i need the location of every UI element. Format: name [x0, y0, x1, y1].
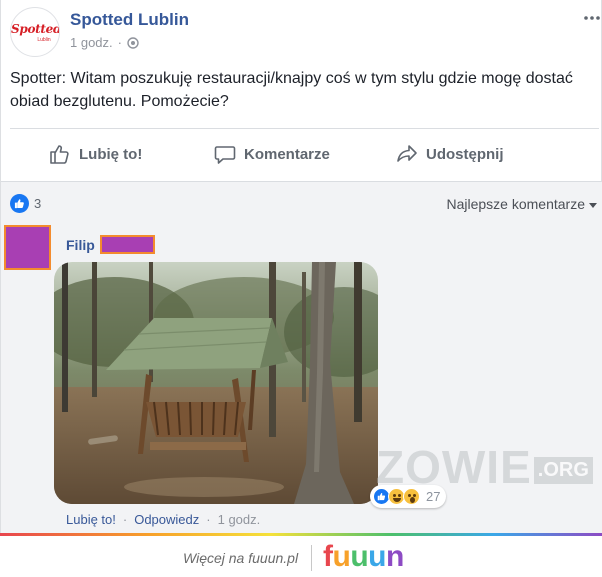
logo-letter: u: [368, 540, 386, 573]
comments-section: 3 Najlepsze komentarze Filip 27 Lubię to…: [1, 181, 602, 533]
share-button-label: Udostępnij: [426, 145, 504, 163]
logo-letter: u: [332, 540, 351, 573]
post-reaction-summary[interactable]: 3: [10, 194, 41, 213]
footer-separator: [311, 545, 312, 571]
page-avatar[interactable]: Spotted Lublin: [10, 7, 60, 57]
footer-banner: Więcej na fuuun.pl fuuun: [0, 536, 602, 577]
comment-actions: Lubię to! · Odpowiedz · 1 godz.: [66, 512, 260, 527]
fuuun-logo[interactable]: fuuun: [323, 539, 404, 575]
watermark-suffix: .ORG: [533, 457, 593, 484]
like-button-label: Lubię to!: [79, 145, 143, 163]
comment-separator: ·: [122, 512, 128, 527]
comment-timestamp[interactable]: 1 godz.: [218, 512, 261, 527]
share-arrow-icon: [397, 145, 417, 162]
post-meta: 1 godz. ·: [70, 35, 139, 50]
globe-icon: [127, 36, 139, 49]
logo-letter: f: [323, 540, 333, 573]
watermark-text: ZOWIE: [376, 441, 532, 493]
spotted-logo-text: Spotted: [11, 22, 60, 36]
comment-bubble-icon: [214, 146, 236, 164]
comment-separator: ·: [206, 512, 211, 527]
sort-label: Najlepsze komentarze: [446, 196, 585, 212]
page-name-link[interactable]: Spotted Lublin: [70, 10, 189, 30]
like-reaction-icon: [10, 194, 29, 213]
comment-reply-link[interactable]: Odpowiedz: [134, 512, 199, 527]
comment-button-label: Komentarze: [244, 145, 330, 163]
divider: [10, 128, 599, 129]
comment-sort-dropdown[interactable]: Najlepsze komentarze: [446, 196, 597, 212]
post-body-text: Spotter: Witam poszukuję restauracji/kna…: [10, 70, 573, 110]
footer-more-link[interactable]: Więcej na fuuun.pl: [183, 550, 298, 566]
share-button[interactable]: Udostępnij: [396, 140, 504, 168]
comment-button[interactable]: Komentarze: [214, 140, 330, 168]
zowie-watermark: ZOWIE .ORG: [376, 444, 593, 490]
reaction-count: 3: [34, 196, 42, 211]
comment-like-link[interactable]: Lubię to!: [66, 512, 116, 527]
comment-photo[interactable]: [54, 262, 378, 504]
comment-author-name: Filip: [66, 236, 95, 253]
thumbs-up-icon: [50, 145, 69, 164]
comment-author[interactable]: Filip: [66, 235, 155, 254]
spotted-logo-subtext: Lublin: [37, 37, 51, 43]
facebook-post: Spotted Lublin Spotted Lublin 1 godz. · …: [0, 0, 602, 533]
forest-feeder-image: [54, 262, 378, 504]
meta-separator: ·: [117, 35, 122, 50]
like-button[interactable]: Lubię to!: [49, 140, 142, 168]
redacted-surname: [99, 235, 155, 254]
logo-letter: n: [385, 540, 404, 573]
more-options-icon[interactable]: [584, 8, 600, 26]
post-timestamp[interactable]: 1 godz.: [70, 35, 113, 50]
chevron-down-icon: [589, 202, 597, 208]
commenter-avatar[interactable]: [4, 225, 51, 270]
logo-letter: u: [350, 540, 369, 573]
